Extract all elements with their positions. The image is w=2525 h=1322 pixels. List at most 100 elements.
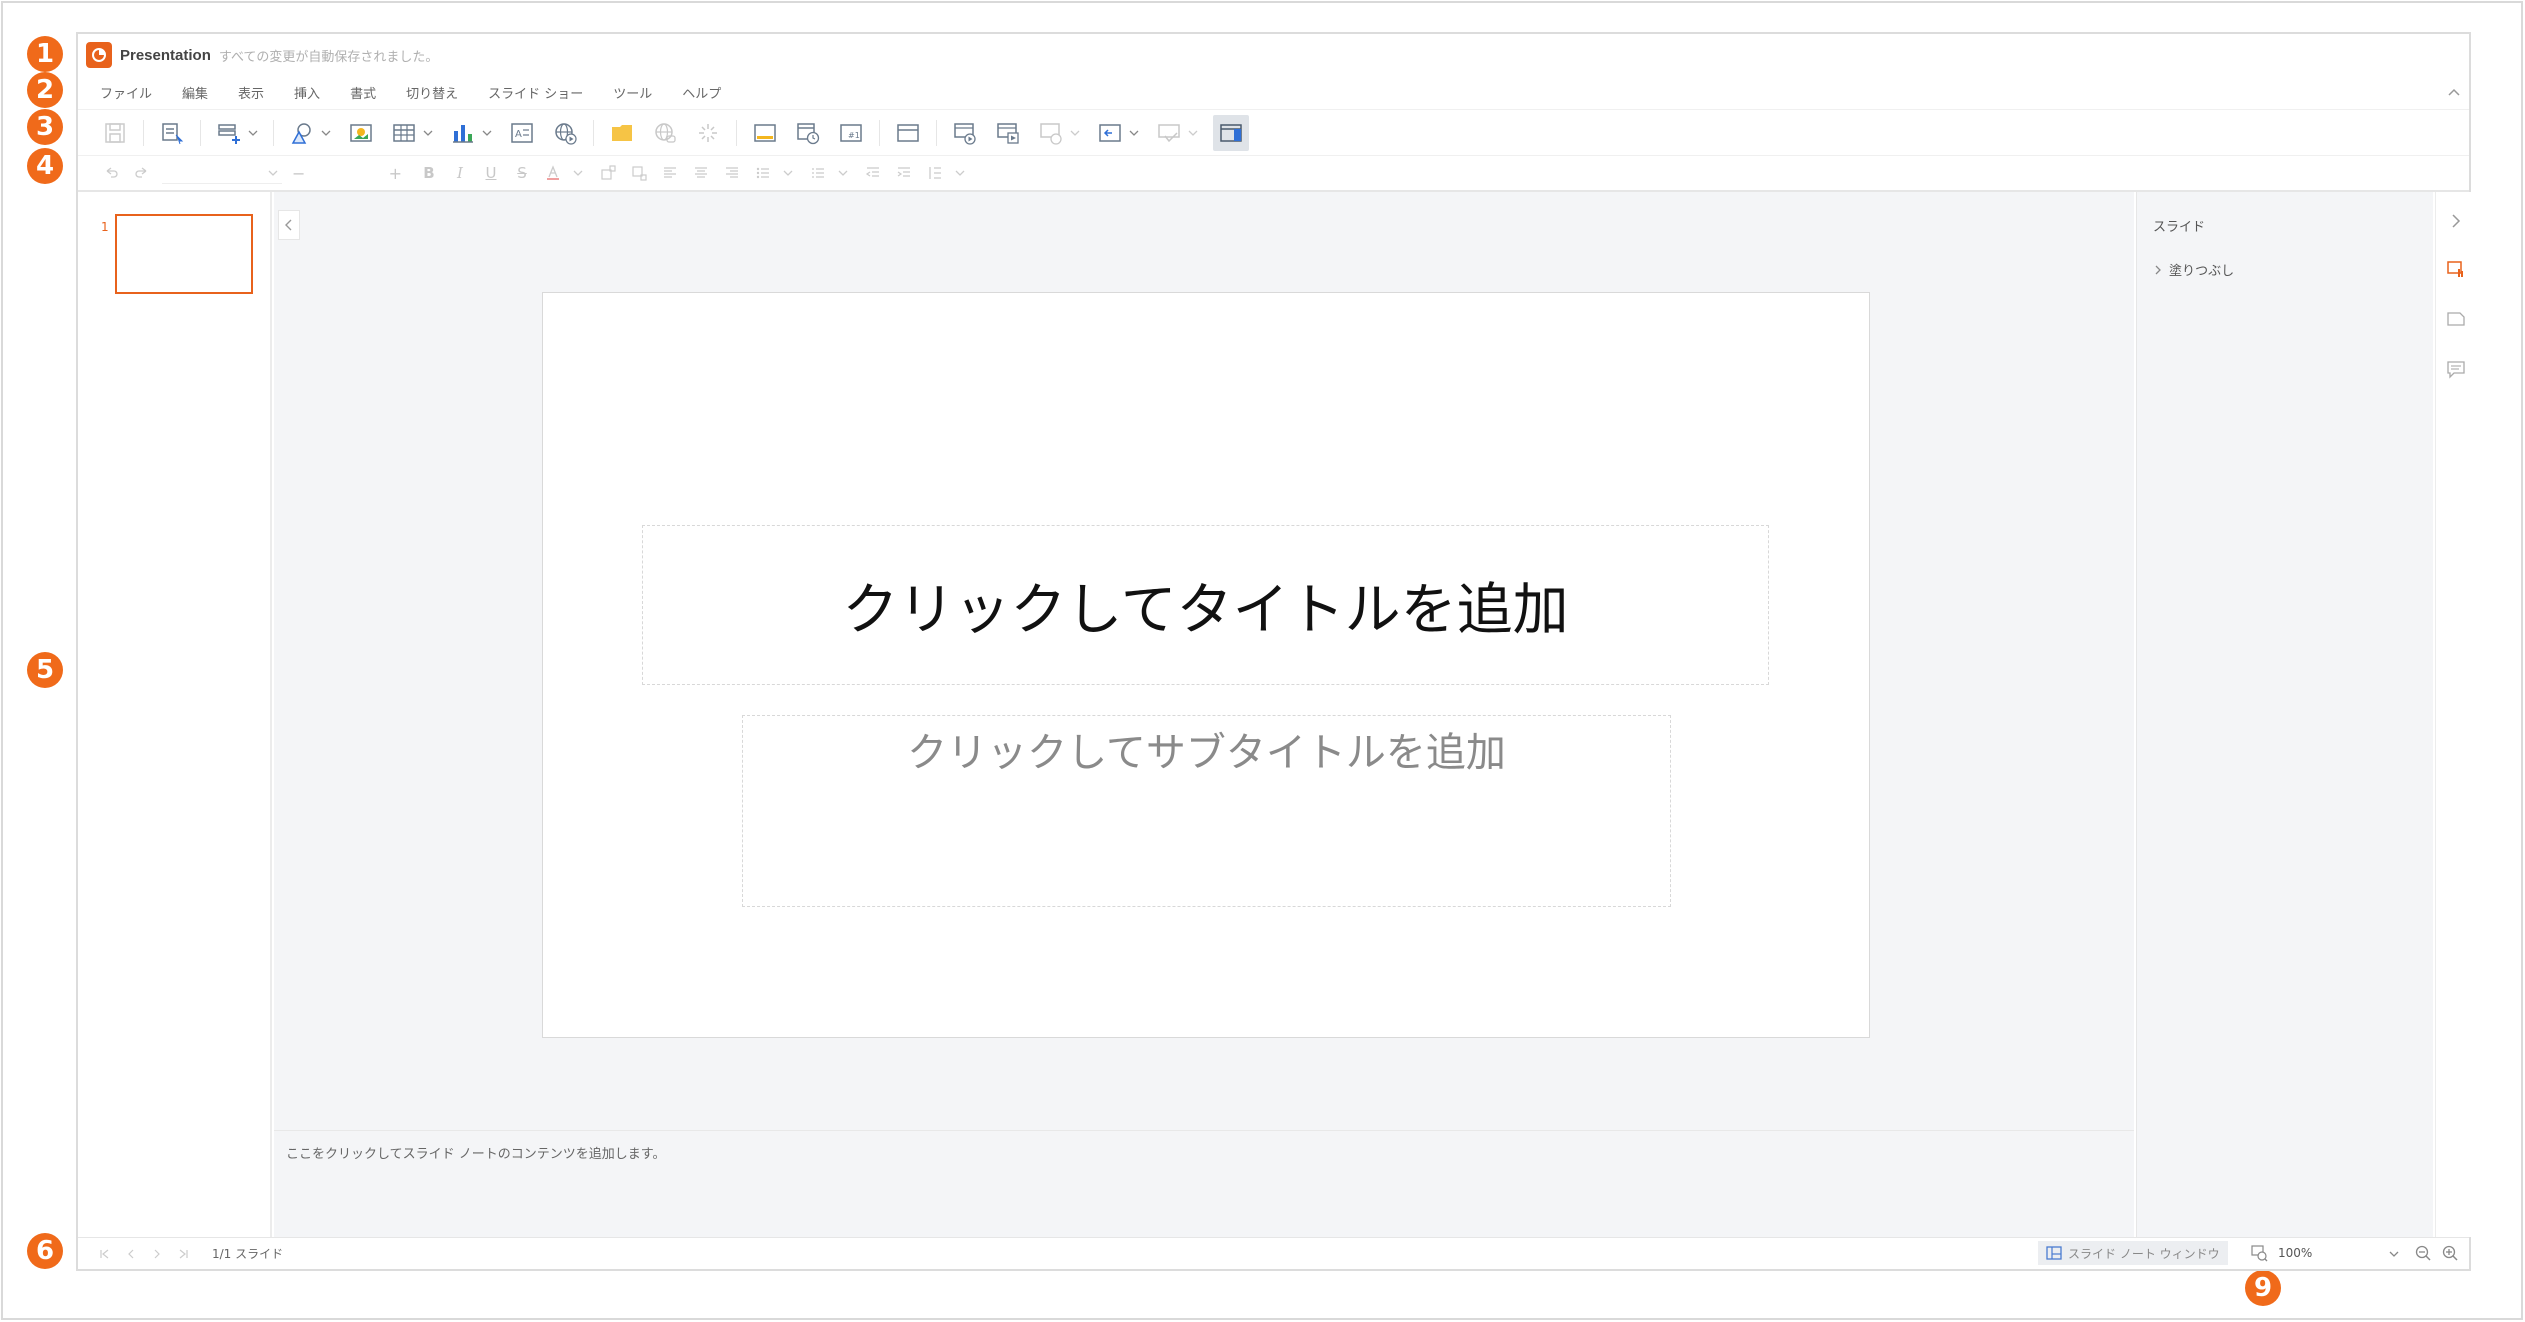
chart-icon[interactable]	[448, 118, 478, 148]
status-bar: 1/1 スライド スライド ノート ウィンドウ 100%	[78, 1237, 2469, 1269]
slide-properties-tab[interactable]	[2445, 258, 2467, 280]
align-center-icon[interactable]	[690, 162, 712, 184]
header-footer-icon[interactable]	[750, 118, 780, 148]
strikethrough-icon[interactable]: S	[511, 162, 533, 184]
new-slide-dropdown-icon[interactable]	[247, 118, 259, 148]
side-tab-bar	[2435, 192, 2473, 1237]
sidebar-toggle-icon[interactable]	[1213, 114, 1249, 151]
zoom-dropdown-icon[interactable]	[2388, 1248, 2400, 1260]
toolbar-separator	[200, 119, 201, 146]
menu-insert[interactable]: 挿入	[294, 83, 320, 102]
slide-layout-icon	[2447, 312, 2465, 326]
image-icon[interactable]	[346, 118, 376, 148]
subscript-icon[interactable]	[628, 162, 650, 184]
previous-icon[interactable]	[1095, 118, 1125, 148]
svg-text:#1: #1	[848, 131, 860, 140]
last-slide-icon[interactable]	[176, 1247, 190, 1261]
menu-format[interactable]: 書式	[350, 83, 376, 102]
fit-to-window-icon[interactable]	[2250, 1244, 2268, 1262]
chart-dropdown-icon[interactable]	[481, 118, 493, 148]
slide-thumbnail[interactable]	[115, 214, 253, 294]
menu-transitions[interactable]: 切り替え	[406, 83, 458, 102]
numbered-dropdown-icon[interactable]	[838, 162, 848, 184]
next-slide-icon[interactable]	[150, 1247, 164, 1261]
document-title[interactable]: Presentation	[120, 47, 211, 64]
bullet-list-icon[interactable]	[752, 162, 774, 184]
transition-icon[interactable]	[693, 118, 723, 148]
align-left-icon[interactable]	[659, 162, 681, 184]
bullet-dropdown-icon[interactable]	[783, 162, 793, 184]
slide-notes[interactable]: ここをクリックしてスライド ノートのコンテンツを追加します。	[274, 1130, 2134, 1237]
title-placeholder-text: クリックしてタイトルを追加	[842, 577, 1569, 643]
fill-section-toggle[interactable]: 塗りつぶし	[2153, 260, 2234, 279]
zoom-level[interactable]: 100%	[2278, 1246, 2312, 1260]
font-family-select[interactable]	[162, 162, 282, 184]
next-icon[interactable]	[1154, 118, 1184, 148]
toolbar-separator	[936, 119, 937, 146]
subtitle-placeholder[interactable]: クリックしてサブタイトルを追加	[742, 715, 1671, 907]
numbered-list-icon[interactable]	[807, 162, 829, 184]
shape-dropdown-icon[interactable]	[320, 118, 332, 148]
menu-view[interactable]: 表示	[238, 83, 264, 102]
increase-indent-icon[interactable]	[893, 162, 915, 184]
superscript-icon[interactable]	[597, 162, 619, 184]
font-size-decrease[interactable]: −	[292, 164, 305, 183]
zoom-in-icon[interactable]	[2441, 1244, 2459, 1262]
slideshow-current-icon[interactable]	[993, 118, 1023, 148]
italic-icon[interactable]: I	[449, 162, 471, 184]
text-box-icon[interactable]: A	[507, 118, 537, 148]
thumbnail-number: 1	[101, 220, 109, 234]
menu-slideshow[interactable]: スライド ショー	[488, 83, 583, 102]
decrease-indent-icon[interactable]	[862, 162, 884, 184]
link-icon[interactable]	[650, 118, 680, 148]
background-icon[interactable]	[607, 118, 637, 148]
menu-file[interactable]: ファイル	[100, 83, 152, 102]
previous-dropdown-icon[interactable]	[1128, 118, 1140, 148]
first-slide-icon[interactable]	[98, 1247, 112, 1261]
slideshow-from-start-icon[interactable]	[950, 118, 980, 148]
notes-window-button[interactable]: スライド ノート ウィンドウ	[2038, 1241, 2228, 1265]
chevron-right-icon	[2452, 214, 2461, 228]
web-video-icon[interactable]	[550, 118, 580, 148]
presenter-dropdown-icon[interactable]	[1069, 118, 1081, 148]
undo-icon[interactable]	[100, 162, 122, 184]
underline-icon[interactable]: U	[480, 162, 502, 184]
collapse-ribbon-icon[interactable]	[2445, 84, 2463, 102]
slide-layout-tab[interactable]	[2445, 308, 2467, 330]
collapse-thumbnails-button[interactable]	[278, 210, 300, 240]
new-slide-icon[interactable]	[214, 118, 244, 148]
line-spacing-dropdown-icon[interactable]	[955, 162, 965, 184]
zoom-out-icon[interactable]	[2414, 1244, 2432, 1262]
shape-icon[interactable]	[287, 118, 317, 148]
save-status: すべての変更が自動保存されました。	[218, 49, 439, 65]
previous-slide-icon[interactable]	[124, 1247, 138, 1261]
line-spacing-icon[interactable]	[924, 162, 946, 184]
slide-canvas-area: クリックしてタイトルを追加 クリックしてサブタイトルを追加	[274, 192, 2134, 1130]
select-slide-icon[interactable]	[157, 118, 187, 148]
font-size-stepper[interactable]: − +	[292, 162, 402, 184]
layout-icon[interactable]	[893, 118, 923, 148]
datetime-icon[interactable]	[793, 118, 823, 148]
menu-tools[interactable]: ツール	[613, 83, 652, 102]
bold-icon[interactable]: B	[418, 162, 440, 184]
font-color-icon[interactable]	[542, 162, 564, 184]
slide-number-icon[interactable]: #1	[836, 118, 866, 148]
presenter-icon[interactable]	[1036, 118, 1066, 148]
subtitle-placeholder-text: クリックしてサブタイトルを追加	[907, 730, 1506, 776]
menu-edit[interactable]: 編集	[182, 83, 208, 102]
align-right-icon[interactable]	[721, 162, 743, 184]
font-color-dropdown-icon[interactable]	[573, 162, 583, 184]
table-dropdown-icon[interactable]	[422, 118, 434, 148]
toolbar-separator	[143, 119, 144, 146]
menu-help[interactable]: ヘルプ	[682, 83, 721, 102]
redo-icon[interactable]	[131, 162, 153, 184]
comments-tab[interactable]	[2445, 358, 2467, 380]
title-placeholder[interactable]: クリックしてタイトルを追加	[642, 525, 1769, 685]
next-dropdown-icon[interactable]	[1187, 118, 1199, 148]
collapse-sidebar-button[interactable]	[2445, 210, 2467, 232]
fill-label: 塗りつぶし	[2169, 264, 2235, 279]
save-icon[interactable]	[100, 118, 130, 148]
toolbar-separator	[736, 119, 737, 146]
font-size-increase[interactable]: +	[389, 164, 402, 183]
table-icon[interactable]	[389, 118, 419, 148]
